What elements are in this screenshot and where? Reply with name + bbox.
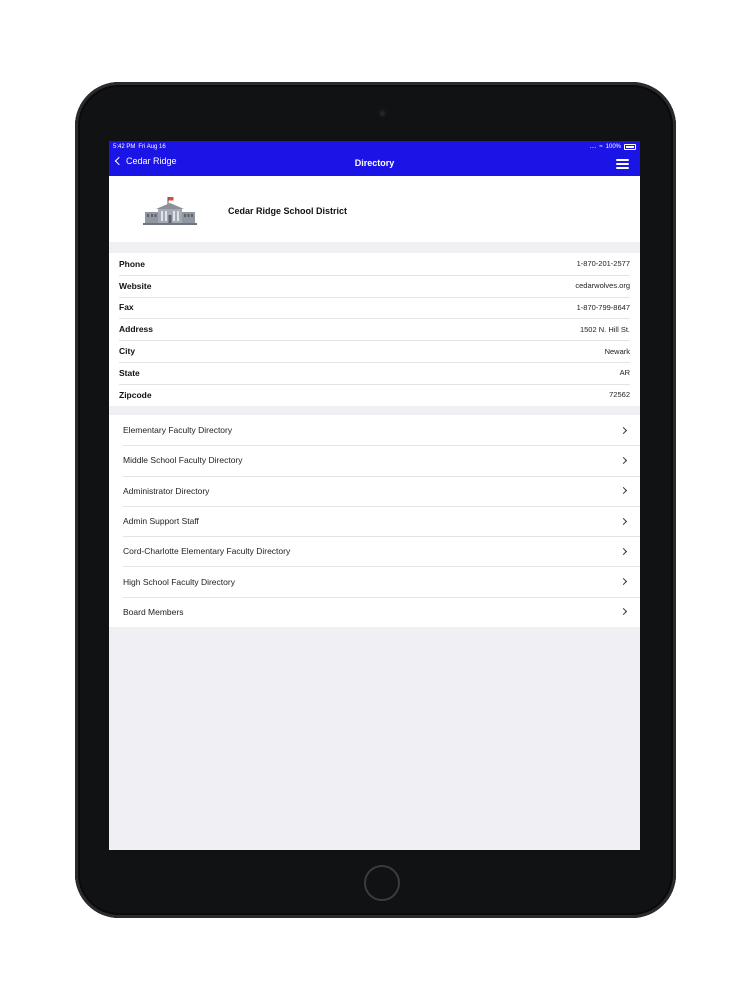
directory-item-cord-charlotte[interactable]: Cord-Charlotte Elementary Faculty Direct… xyxy=(109,536,640,566)
directory-item-administrator[interactable]: Administrator Directory xyxy=(109,475,640,506)
status-date: Fri Aug 16 xyxy=(138,143,166,150)
district-name: Cedar Ridge School District xyxy=(228,206,348,216)
school-building-icon xyxy=(143,197,197,225)
zipcode-value: 72562 xyxy=(609,390,630,400)
directory-item-elementary[interactable]: Elementary Faculty Directory xyxy=(109,415,640,445)
info-row-state: State AR xyxy=(109,361,640,384)
wifi-icon: ≈ xyxy=(599,143,603,150)
info-label: Website xyxy=(119,280,152,291)
list-item-label: Elementary Faculty Directory xyxy=(123,425,233,436)
directory-item-board-members[interactable]: Board Members xyxy=(109,596,640,627)
hamburger-menu-icon[interactable] xyxy=(616,159,629,169)
info-label: State xyxy=(119,367,140,378)
chevron-right-icon xyxy=(619,547,628,555)
info-label: Address xyxy=(119,324,154,335)
list-item-label: Board Members xyxy=(123,606,184,617)
info-row-website: Website cedarwolves.org xyxy=(109,274,640,297)
status-bar: 5:42 PM Fri Aug 16 .... ≈ 100% xyxy=(109,141,640,152)
info-label: Zipcode xyxy=(119,389,152,400)
phone-value[interactable]: 1-870-201-2577 xyxy=(577,259,630,268)
app-screen: 5:42 PM Fri Aug 16 .... ≈ 100% Cedar Rid… xyxy=(109,141,640,850)
signal-indicator: .... xyxy=(589,143,597,150)
fax-value: 1-870-799-8647 xyxy=(576,302,630,312)
address-value[interactable]: 1502 N. Hill St. xyxy=(580,325,630,334)
chevron-right-icon xyxy=(619,456,628,464)
directory-item-admin-support[interactable]: Admin Support Staff xyxy=(109,505,640,536)
info-row-zipcode: Zipcode 72562 xyxy=(109,383,640,406)
home-button[interactable] xyxy=(364,865,400,901)
info-label: Fax xyxy=(119,302,134,313)
info-row-phone: Phone 1-870-201-2577 xyxy=(109,253,640,275)
chevron-right-icon xyxy=(619,517,628,525)
city-value: Newark xyxy=(604,346,630,356)
info-row-city: City Newark xyxy=(109,340,640,362)
battery-icon xyxy=(624,143,636,150)
contact-info-list: Phone 1-870-201-2577 Website cedarwolves… xyxy=(109,253,640,406)
info-label: Phone xyxy=(119,258,145,269)
info-row-address: Address 1502 N. Hill St. xyxy=(109,318,640,340)
info-row-fax: Fax 1-870-799-8647 xyxy=(109,296,640,319)
chevron-right-icon xyxy=(619,578,628,586)
directory-item-high-school[interactable]: High School Faculty Directory xyxy=(109,566,640,596)
list-item-label: Administrator Directory xyxy=(123,485,210,496)
camera xyxy=(378,109,387,118)
directory-links-list: Elementary Faculty Directory Middle Scho… xyxy=(109,415,640,628)
list-item-label: Middle School Faculty Directory xyxy=(123,455,243,466)
chevron-right-icon xyxy=(619,608,628,616)
battery-percent: 100% xyxy=(605,143,621,150)
navigation-bar: Cedar Ridge Directory xyxy=(109,152,640,176)
state-value: AR xyxy=(619,368,630,378)
chevron-right-icon xyxy=(619,426,628,434)
info-label: City xyxy=(119,346,136,357)
district-header: Cedar Ridge School District xyxy=(109,176,640,242)
list-item-label: Cord-Charlotte Elementary Faculty Direct… xyxy=(123,546,291,557)
list-item-label: Admin Support Staff xyxy=(123,516,199,527)
list-item-label: High School Faculty Directory xyxy=(123,576,235,587)
status-time: 5:42 PM xyxy=(113,143,136,150)
directory-item-middle-school[interactable]: Middle School Faculty Directory xyxy=(109,445,640,475)
page-title: Directory xyxy=(354,158,395,168)
chevron-right-icon xyxy=(619,487,628,495)
website-value[interactable]: cedarwolves.org xyxy=(575,281,630,290)
